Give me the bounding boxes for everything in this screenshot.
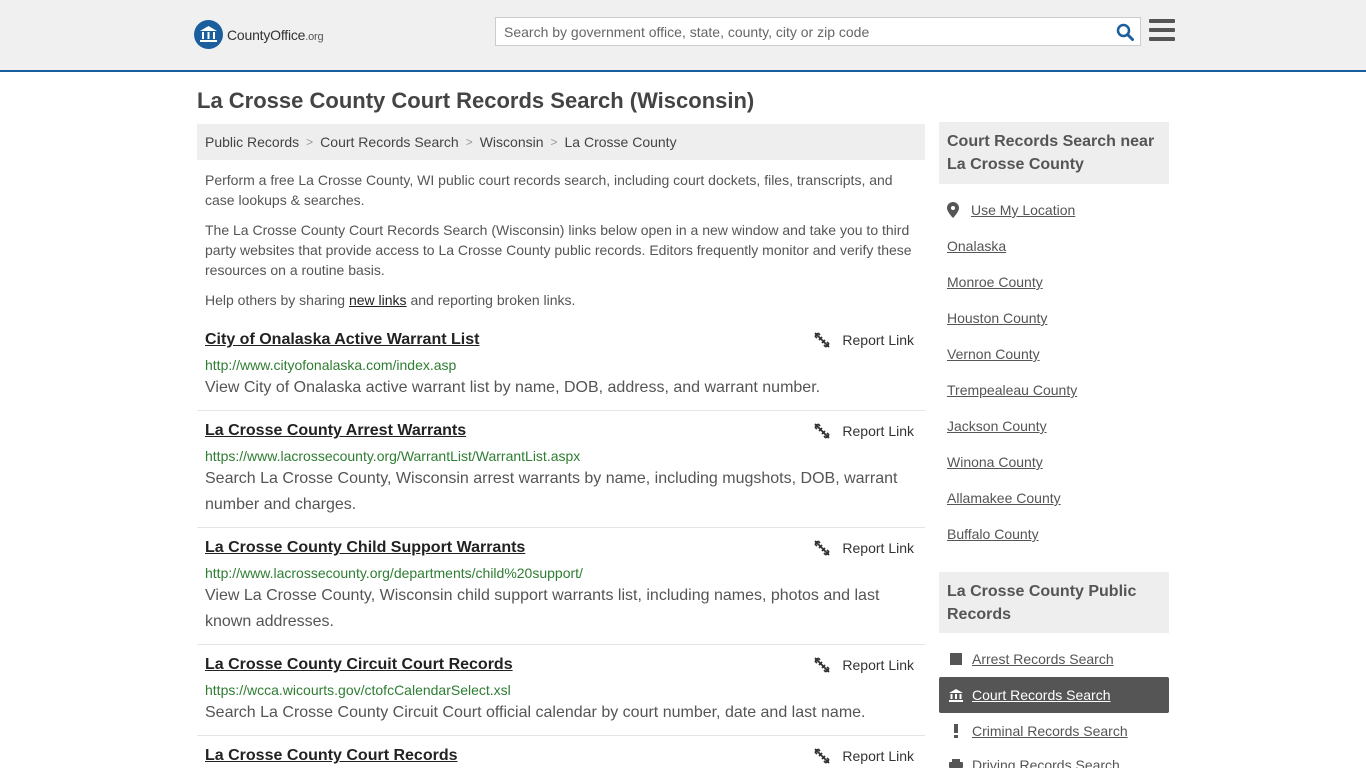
nearby-link-onalaska[interactable]: Onalaska	[947, 238, 1006, 254]
use-my-location[interactable]: Use My Location	[947, 202, 1075, 218]
result-description: Search La Crosse County, Wisconsin arres…	[205, 470, 898, 513]
nearby-link-allamakee[interactable]: Allamakee County	[947, 490, 1061, 506]
result-title-link[interactable]: City of Onalaska Active Warrant List	[205, 331, 479, 349]
search-icon	[1116, 23, 1134, 41]
hamburger-menu-icon[interactable]	[1149, 19, 1175, 43]
result-title-link[interactable]: La Crosse County Child Support Warrants	[205, 539, 525, 557]
use-my-location-label: Use My Location	[971, 202, 1076, 218]
nearby-link-buffalo[interactable]: Buffalo County	[947, 526, 1039, 542]
breadcrumb-court-records[interactable]: Court Records Search	[320, 134, 459, 150]
site-logo[interactable]: CountyOffice.org	[194, 20, 324, 49]
broken-link-icon	[814, 540, 831, 556]
nearby-link-monroe[interactable]: Monroe County	[947, 274, 1043, 290]
result-url: https://www.lacrossecounty.org/WarrantLi…	[205, 448, 581, 464]
courthouse-icon	[948, 688, 964, 702]
site-header: CountyOffice.org	[0, 0, 1366, 72]
search-input[interactable]	[496, 18, 1110, 45]
report-link-button[interactable]: Report Link	[814, 423, 914, 439]
search-button[interactable]	[1110, 18, 1140, 45]
breadcrumb-separator-icon: >	[306, 135, 314, 149]
breadcrumb-la-crosse-county[interactable]: La Crosse County	[565, 134, 677, 150]
result-item: City of Onalaska Active Warrant List Rep…	[197, 320, 925, 411]
result-description: View La Crosse County, Wisconsin child s…	[205, 587, 880, 630]
nearby-link-winona[interactable]: Winona County	[947, 454, 1043, 470]
report-link-button[interactable]: Report Link	[814, 540, 914, 556]
logo-text: CountyOffice.org	[227, 26, 324, 43]
result-item: La Crosse County Circuit Court Records R…	[197, 645, 925, 736]
logo-badge-icon	[194, 20, 223, 49]
result-item: La Crosse County Child Support Warrants …	[197, 528, 925, 645]
breadcrumb: Public Records > Court Records Search > …	[197, 124, 925, 160]
result-title-link[interactable]: La Crosse County Arrest Warrants	[205, 422, 466, 440]
nearby-heading: Court Records Search near La Crosse Coun…	[939, 122, 1169, 184]
result-title-link[interactable]: La Crosse County Court Records	[205, 747, 457, 765]
square-icon	[948, 653, 964, 665]
report-link-button[interactable]: Report Link	[814, 332, 914, 348]
sidebar-item-criminal-records[interactable]: Criminal Records Search	[939, 713, 1169, 749]
exclamation-icon	[948, 724, 964, 738]
sidebar-item-arrest-records[interactable]: Arrest Records Search	[939, 641, 1169, 677]
broken-link-icon	[814, 748, 831, 764]
result-description: Search La Crosse County Circuit Court of…	[205, 704, 866, 721]
public-records-heading: La Crosse County Public Records	[939, 572, 1169, 633]
search-box	[495, 17, 1141, 46]
map-pin-icon	[947, 202, 959, 218]
intro-paragraph-2: The La Crosse County Court Records Searc…	[205, 222, 912, 278]
car-icon	[948, 759, 964, 768]
result-url: http://www.cityofonalaska.com/index.asp	[205, 357, 457, 373]
page-title: La Crosse County Court Records Search (W…	[197, 88, 755, 113]
intro-paragraph-1: Perform a free La Crosse County, WI publ…	[205, 172, 893, 208]
sidebar-item-driving-records[interactable]: Driving Records Search	[939, 749, 1169, 768]
nearby-link-jackson[interactable]: Jackson County	[947, 418, 1047, 434]
broken-link-icon	[814, 332, 831, 348]
report-link-button[interactable]: Report Link	[814, 748, 914, 764]
result-description: View City of Onalaska active warrant lis…	[205, 379, 821, 396]
broken-link-icon	[814, 423, 831, 439]
result-title-link[interactable]: La Crosse County Circuit Court Records	[205, 656, 513, 674]
result-item: La Crosse County Court Records Report Li…	[197, 736, 925, 768]
broken-link-icon	[814, 657, 831, 673]
breadcrumb-public-records[interactable]: Public Records	[205, 134, 299, 150]
breadcrumb-wisconsin[interactable]: Wisconsin	[480, 134, 544, 150]
sidebar-item-court-records[interactable]: Court Records Search	[939, 677, 1169, 713]
report-link-button[interactable]: Report Link	[814, 657, 914, 673]
result-item: La Crosse County Arrest Warrants Report …	[197, 411, 925, 528]
nearby-link-trempealeau[interactable]: Trempealeau County	[947, 382, 1077, 398]
breadcrumb-separator-icon: >	[550, 135, 558, 149]
result-url: https://wcca.wicourts.gov/ctofcCalendarS…	[205, 682, 511, 698]
new-links-link[interactable]: new links	[349, 292, 407, 308]
result-url: http://www.lacrossecounty.org/department…	[205, 565, 583, 581]
breadcrumb-separator-icon: >	[465, 135, 473, 149]
intro-paragraph-3: Help others by sharing new links and rep…	[205, 292, 576, 308]
nearby-link-houston[interactable]: Houston County	[947, 310, 1047, 326]
nearby-link-vernon[interactable]: Vernon County	[947, 346, 1040, 362]
